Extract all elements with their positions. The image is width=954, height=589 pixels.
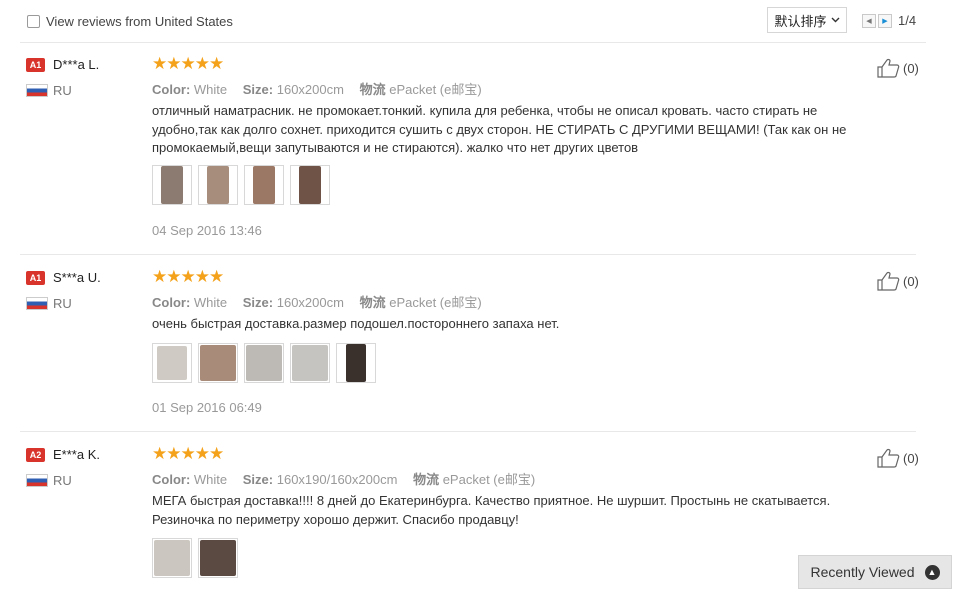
color-attr-label: Color:: [152, 295, 191, 310]
page-indicator: 1/4: [898, 13, 917, 28]
helpful-count: (0): [903, 60, 919, 76]
review-date: 04 Sep 2016 13:46: [152, 223, 262, 238]
pagination: ◀ ▶ 1/4: [862, 13, 916, 28]
size-attr-value: 160x200cm: [276, 82, 344, 97]
chevron-up-icon: ▲: [924, 564, 940, 580]
review-attributes: Color: White Size: 160x200cm 物流 ePacket …: [152, 292, 494, 311]
review-text: очень быстрая доставка.размер подошел.по…: [152, 316, 560, 331]
review-photos: [152, 165, 330, 205]
flag-icon: [26, 84, 48, 97]
chevron-down-icon: [831, 17, 839, 23]
next-page-button[interactable]: ▶: [878, 13, 892, 28]
photo-preview: [154, 540, 190, 576]
photo-preview: [292, 345, 328, 381]
helpful-count: (0): [903, 273, 919, 289]
buyer-level-badge: A2: [26, 448, 45, 462]
review-photo[interactable]: [244, 165, 284, 205]
review-photo[interactable]: [198, 538, 238, 578]
photo-preview: [161, 166, 183, 204]
us-filter[interactable]: View reviews from United States: [27, 14, 233, 29]
review-text: МЕГА быстрая доставка!!!! 8 дней до Екат…: [152, 493, 831, 527]
color-attr-value: White: [193, 472, 228, 487]
color-attr-value: White: [193, 295, 228, 310]
size-attr-label: Size:: [242, 472, 274, 487]
flag-icon: [26, 474, 48, 487]
photo-preview: [200, 345, 236, 381]
star-rating: ★★★★★: [152, 54, 224, 73]
size-attr-label: Size:: [242, 82, 274, 97]
buyer-level-badge: A1: [26, 58, 45, 72]
review-photo[interactable]: [198, 165, 238, 205]
review-item: A1 D***a L. RU ★★★★★ Color: White Size: …: [20, 42, 919, 255]
star-rating: ★★★★★: [152, 444, 224, 463]
review-text: отличный наматрасник. не промокает.тонки…: [152, 103, 847, 155]
helpful-button[interactable]: (0): [876, 271, 919, 291]
reviewer-country: RU: [53, 296, 72, 311]
helpful-button[interactable]: (0): [876, 58, 919, 78]
color-attr-value: White: [193, 82, 228, 97]
star-rating: ★★★★★: [152, 267, 224, 286]
review-photo[interactable]: [244, 343, 284, 383]
shipping-attr-value: ePacket (e邮宝): [389, 295, 482, 310]
review-photo[interactable]: [152, 343, 192, 383]
reviewer-name: S***a U.: [53, 270, 101, 285]
recently-viewed-button[interactable]: Recently Viewed ▲: [798, 555, 952, 589]
size-attr-value: 160x200cm: [276, 295, 344, 310]
us-filter-label: View reviews from United States: [46, 14, 233, 29]
photo-preview: [346, 344, 366, 382]
photo-preview: [246, 345, 282, 381]
buyer-level-badge: A1: [26, 271, 45, 285]
color-attr-label: Color:: [152, 82, 191, 97]
helpful-count: (0): [903, 450, 919, 466]
review-item: A2 E***a K. RU ★★★★★ Color: White Size: …: [20, 432, 919, 589]
review-photo[interactable]: [152, 538, 192, 578]
review-photos: [152, 538, 238, 578]
color-attr-label: Color:: [152, 472, 191, 487]
thumbs-up-icon: [877, 271, 900, 291]
review-date: 01 Sep 2016 06:49: [152, 400, 262, 415]
photo-preview: [200, 540, 236, 576]
reviews-toolbar: View reviews from United States 默认排序 ◀ ▶…: [20, 0, 926, 43]
sort-dropdown[interactable]: 默认排序: [767, 7, 847, 33]
photo-preview: [207, 166, 229, 204]
review-photo[interactable]: [290, 165, 330, 205]
shipping-attr-label: 物流: [359, 82, 386, 97]
prev-page-button[interactable]: ◀: [862, 13, 876, 28]
reviewer-name: E***a K.: [53, 447, 100, 462]
review-item: A1 S***a U. RU ★★★★★ Color: White Size: …: [20, 255, 919, 432]
thumbs-up-icon: [877, 448, 900, 468]
flag-icon: [26, 297, 48, 310]
review-photos: [152, 343, 376, 383]
us-filter-checkbox[interactable]: [27, 15, 40, 28]
size-attr-label: Size:: [242, 295, 274, 310]
shipping-attr-value: ePacket (e邮宝): [389, 82, 482, 97]
reviewer-name: D***a L.: [53, 57, 100, 72]
shipping-attr-label: 物流: [413, 472, 440, 487]
photo-preview: [253, 166, 275, 204]
thumbs-up-icon: [877, 58, 900, 78]
photo-preview: [157, 346, 187, 380]
size-attr-value: 160x190/160x200cm: [276, 472, 398, 487]
recently-viewed-label: Recently Viewed: [810, 564, 915, 580]
review-photo[interactable]: [290, 343, 330, 383]
shipping-attr-value: ePacket (e邮宝): [442, 472, 536, 487]
review-attributes: Color: White Size: 160x200cm 物流 ePacket …: [152, 79, 494, 98]
helpful-button[interactable]: (0): [876, 448, 919, 468]
sort-selected: 默认排序: [774, 13, 827, 29]
review-photo[interactable]: [152, 165, 192, 205]
review-photo[interactable]: [336, 343, 376, 383]
reviewer-country: RU: [53, 83, 72, 98]
shipping-attr-label: 物流: [359, 295, 386, 310]
review-attributes: Color: White Size: 160x190/160x200cm 物流 …: [152, 469, 547, 488]
photo-preview: [299, 166, 321, 204]
reviewer-country: RU: [53, 473, 72, 488]
review-photo[interactable]: [198, 343, 238, 383]
